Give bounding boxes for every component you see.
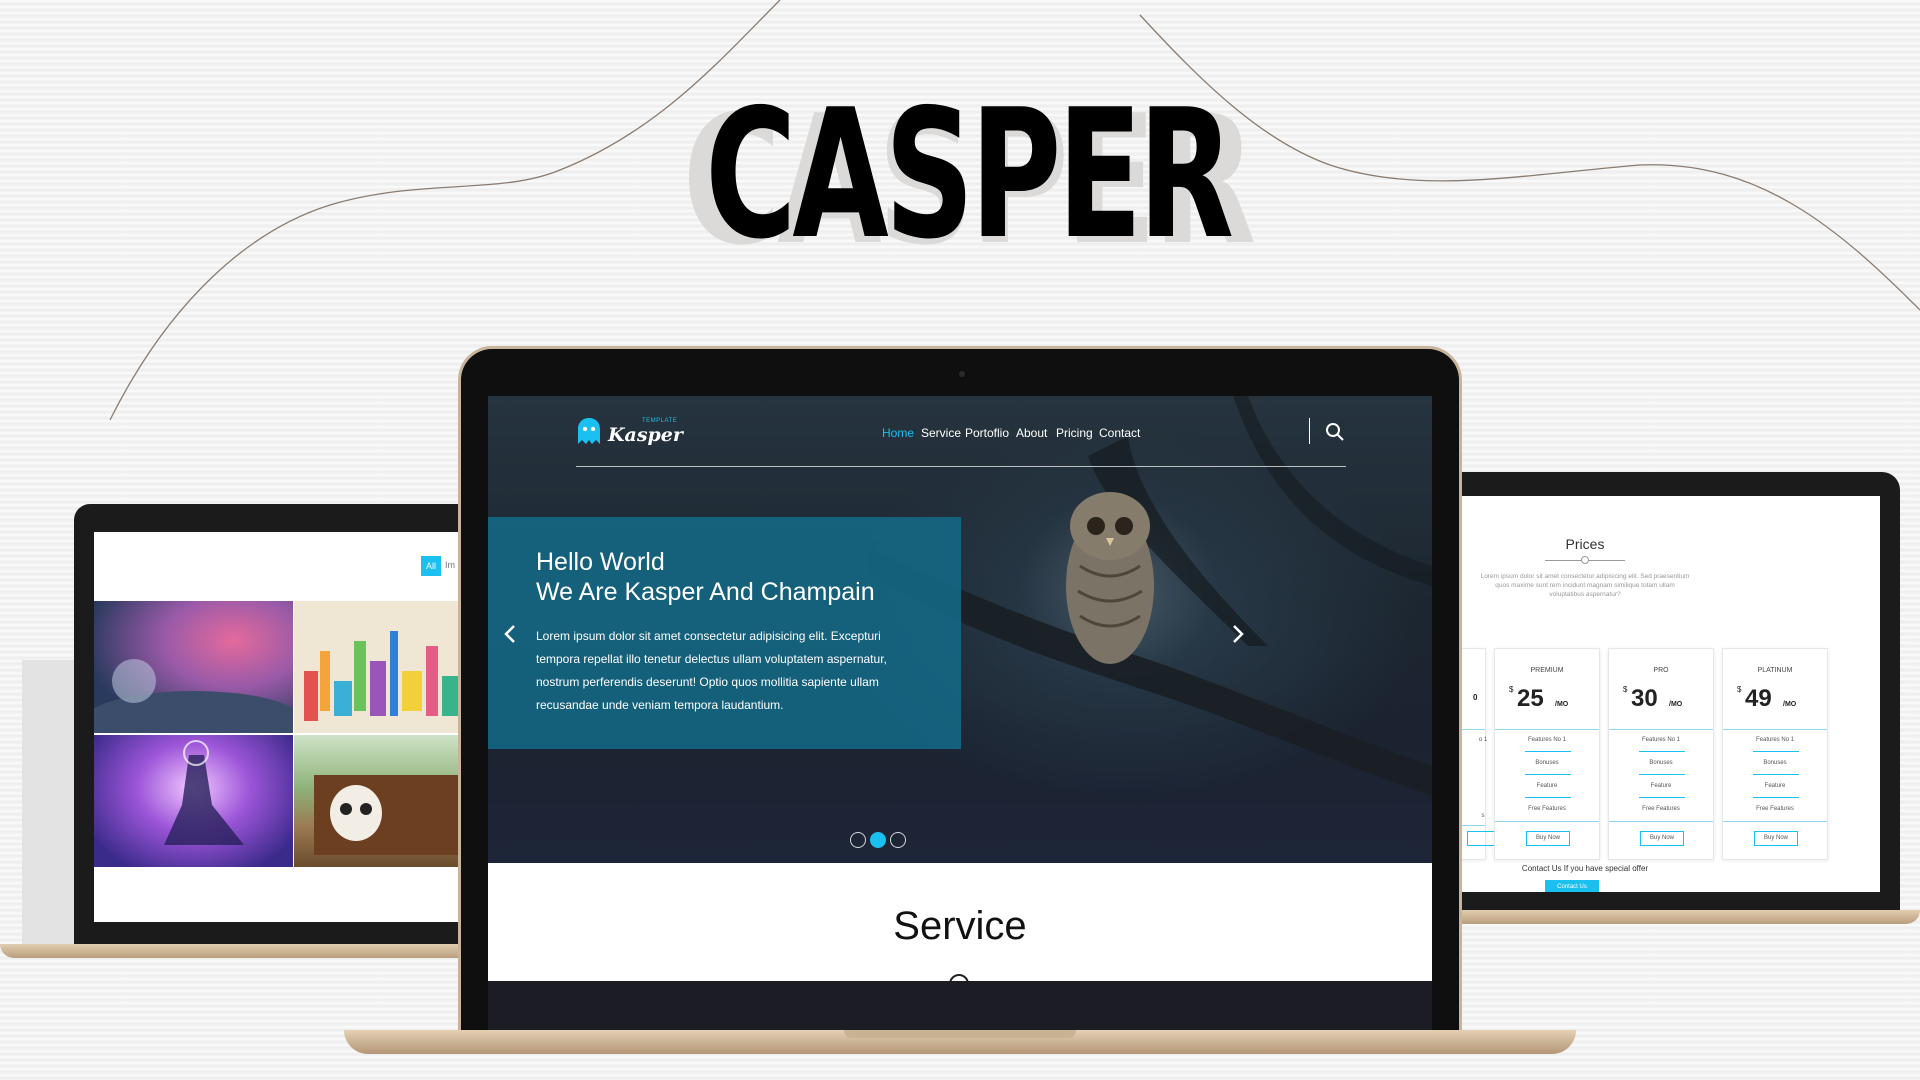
ghost-icon [578,418,600,444]
nav-contact[interactable]: Contact [1099,426,1140,440]
plan-currency: $ [1737,685,1742,694]
portfolio-tile-cloak[interactable] [94,735,293,867]
plan-feature: Bonuses [1763,760,1787,766]
center-laptop-bezel [488,981,1432,1037]
header-divider [576,466,1346,467]
kasper-logo[interactable]: TEMPLATE Kasper [576,414,686,450]
left-laptop-base [0,944,470,958]
slider-dot-3[interactable] [890,832,906,848]
logo-text: Kasper [608,424,683,446]
plan-period: /MO [1555,701,1569,708]
hero-paragraph: Lorem ipsum dolor sit amet consectetur a… [536,629,887,712]
chevron-left-icon[interactable] [500,623,520,645]
plan-feature: Features No 1 [1641,737,1681,743]
webcam [959,371,965,377]
nav-separator [1309,418,1310,444]
nav-portfolio[interactable]: Portoflio [965,426,1009,440]
right-laptop: Prices Lorem ipsum dolor sit amet consec… [1440,472,1900,912]
plan-feature: Bonuses [1535,760,1559,766]
buy-now-button[interactable]: Buy Now [1754,831,1798,846]
plan-feature: Bonuses [1649,760,1673,766]
right-laptop-base [1430,910,1920,924]
plan-feature: Feature [1650,783,1672,789]
filter-all-button[interactable]: All [421,556,441,576]
left-laptop: All Im [74,504,494,946]
service-heading: Service [893,904,1027,948]
plan-currency: $ [1623,685,1628,694]
prices-title: Prices [1565,536,1605,552]
prices-divider-dot [1581,556,1589,564]
nav-pricing[interactable]: Pricing [1056,426,1093,440]
plan-currency: $ [1509,685,1514,694]
plan-name: PRO [1653,667,1669,674]
contact-us-button[interactable]: Contact Us [1545,880,1599,892]
poster-title: CASPER [705,71,1234,278]
plan-period: /MO [1783,701,1797,708]
plan-period: /MO [1669,701,1683,708]
plan-name: PREMIUM [1530,667,1564,674]
plan-price: 49 [1745,685,1772,712]
plan-name: PLATINUM [1757,667,1793,674]
plan-feature: Free Features [1756,806,1794,812]
plan-feature: Free Features [1528,806,1566,812]
service-divider-dot [949,974,969,981]
hero-caption-box: Hello World We Are Kasper And Champain L… [488,517,961,749]
search-icon[interactable] [1325,422,1345,442]
pricing-card-premium: PREMIUM $ 25 /MO Features No 1 Bonuses F… [1494,648,1600,860]
plan-price: 25 [1517,685,1544,712]
nav-service[interactable]: Service [921,426,961,440]
plan-feature: Free Features [1642,806,1680,812]
filter-next-button[interactable]: Im [445,560,455,570]
pricing-card-platinum: PLATINUM $ 49 /MO Features No 1 Bonuses … [1722,648,1828,860]
chevron-right-icon[interactable] [1228,623,1248,645]
hero-slider: TEMPLATE Kasper Home Service Portoflio A… [488,396,1432,863]
buy-now-button[interactable]: Buy Now [1640,831,1684,846]
plan-price: 30 [1631,685,1658,712]
left-laptop-screen: All Im [94,532,494,922]
pricing-card-pro: PRO $ 30 /MO Features No 1 Bonuses Featu… [1608,648,1714,860]
right-laptop-screen: Prices Lorem ipsum dolor sit amet consec… [1440,496,1880,892]
center-laptop-screen: TEMPLATE Kasper Home Service Portoflio A… [488,396,1432,981]
hero-heading-line2: We Are Kasper And Champain [536,578,875,606]
slider-dot-1[interactable] [850,832,866,848]
prices-description: Lorem ipsum dolor sit amet consectetur a… [1480,573,1690,598]
buy-now-button[interactable]: Buy Now [1526,831,1570,846]
center-laptop-notch [844,1030,1076,1038]
plan-feature: Feature [1764,783,1786,789]
hero-heading-line1: Hello World [536,548,665,576]
center-laptop: TEMPLATE Kasper Home Service Portoflio A… [458,346,1462,1037]
slider-dot-2[interactable] [870,832,886,848]
plan-feature: Features No 1 [1755,737,1795,743]
nav-home[interactable]: Home [882,426,914,440]
partial-price: 0 [1473,693,1478,702]
nav-about[interactable]: About [1016,426,1047,440]
plan-feature: Features No 1 [1527,737,1567,743]
portfolio-tile-fantasy[interactable] [94,601,293,733]
contact-prompt: Contact Us If you have special offer [1521,864,1649,873]
plan-feature: Feature [1536,783,1558,789]
